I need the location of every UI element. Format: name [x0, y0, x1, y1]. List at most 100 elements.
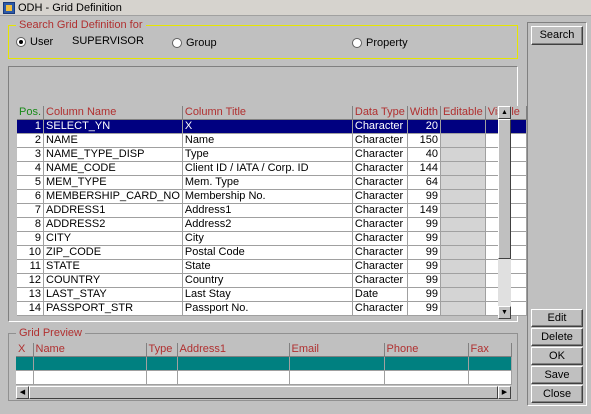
cell-width[interactable]: 149: [407, 203, 441, 218]
scroll-up-icon[interactable]: ▲: [498, 106, 511, 119]
cell-pos[interactable]: 2: [17, 133, 45, 148]
preview-col-x[interactable]: X: [16, 343, 34, 357]
cell-name[interactable]: PASSPORT_STR: [43, 301, 183, 316]
cell-title[interactable]: Membership No.: [182, 189, 353, 204]
cell-type[interactable]: Character: [352, 133, 408, 148]
cell-name[interactable]: NAME: [43, 133, 183, 148]
cell-title[interactable]: Client ID / IATA / Corp. ID: [182, 161, 353, 176]
table-row[interactable]: 3NAME_TYPE_DISPTypeCharacter40X: [17, 147, 527, 162]
cell-pos[interactable]: 6: [17, 189, 45, 204]
cell-type[interactable]: Character: [352, 231, 408, 246]
cell-name[interactable]: NAME_CODE: [43, 161, 183, 176]
cell-pos[interactable]: 1: [17, 119, 45, 134]
cell-title[interactable]: State: [182, 259, 353, 274]
cell-type[interactable]: Character: [352, 245, 408, 260]
col-header-pos[interactable]: Pos.: [17, 106, 45, 120]
cell-width[interactable]: 99: [407, 259, 441, 274]
cell-type[interactable]: Character: [352, 273, 408, 288]
cell-name[interactable]: CITY: [43, 231, 183, 246]
table-row[interactable]: 14 PASSPORT_STR Passport No. Character 99: [17, 301, 527, 316]
scroll-left-icon[interactable]: ◀: [16, 386, 29, 399]
close-button[interactable]: Close: [531, 385, 583, 403]
cell-editable[interactable]: [440, 203, 486, 218]
preview-col-fax[interactable]: Fax: [468, 343, 512, 357]
cell-pos[interactable]: 11: [17, 259, 45, 274]
col-header-column-title[interactable]: Column Title: [182, 106, 353, 120]
cell-title[interactable]: City: [182, 231, 353, 246]
cell-name[interactable]: ZIP_CODE: [43, 245, 183, 260]
cell-type[interactable]: Character: [352, 217, 408, 232]
cell-editable[interactable]: [440, 119, 486, 134]
scroll-down-icon[interactable]: ▼: [498, 306, 511, 319]
preview-col-address1[interactable]: Address1: [177, 343, 290, 357]
preview-col-email[interactable]: Email: [289, 343, 385, 357]
cell-width[interactable]: 20: [407, 119, 441, 134]
cell-pos[interactable]: 10: [17, 245, 45, 260]
cell-name[interactable]: NAME_TYPE_DISP: [43, 147, 183, 162]
cell-name[interactable]: MEMBERSHIP_CARD_NO: [43, 189, 183, 204]
delete-button[interactable]: Delete: [531, 328, 583, 346]
cell-pos[interactable]: 3: [17, 147, 45, 162]
cell-editable[interactable]: [440, 217, 486, 232]
cell-width[interactable]: 99: [407, 287, 441, 302]
table-row[interactable]: 12 COUNTRY Country Character 99: [17, 273, 527, 288]
cell-editable[interactable]: [440, 301, 486, 316]
cell-editable[interactable]: [440, 259, 486, 274]
cell-name[interactable]: LAST_STAY: [43, 287, 183, 302]
preview-row[interactable]: [16, 370, 512, 385]
radio-group-dot[interactable]: [172, 38, 182, 48]
cell-type[interactable]: Character: [352, 203, 408, 218]
table-row[interactable]: 13 LAST_STAY Last Stay Date 99: [17, 287, 527, 302]
preview-row-selected[interactable]: [16, 356, 512, 371]
table-row[interactable]: 4 NAME_CODE Client ID / IATA / Corp. ID Cha…: [17, 161, 527, 176]
cell-width[interactable]: 99: [407, 231, 441, 246]
cell-title[interactable]: Address2: [182, 217, 353, 232]
cell-editable[interactable]: [440, 189, 486, 204]
cell-title[interactable]: Name: [182, 133, 353, 148]
cell-title[interactable]: Postal Code: [182, 245, 353, 260]
edit-button[interactable]: Edit: [531, 309, 583, 327]
table-row[interactable]: 11 STATE State Character 99: [17, 259, 527, 274]
grid-vertical-scrollbar[interactable]: ▲ ▼: [498, 106, 511, 319]
cell-name[interactable]: STATE: [43, 259, 183, 274]
cell-width[interactable]: 99: [407, 301, 441, 316]
radio-property-dot[interactable]: [352, 38, 362, 48]
cell-type[interactable]: Date: [352, 287, 408, 302]
cell-type[interactable]: Character: [352, 147, 408, 162]
cell-width[interactable]: 40: [407, 147, 441, 162]
col-header-data-type[interactable]: Data Type: [352, 106, 408, 120]
cell-editable[interactable]: [440, 245, 486, 260]
cell-editable[interactable]: [440, 161, 486, 176]
cell-pos[interactable]: 14: [17, 301, 45, 316]
radio-user-dot[interactable]: [16, 37, 26, 47]
cell-editable[interactable]: [440, 147, 486, 162]
table-row[interactable]: 9 CITY City Character 99: [17, 231, 527, 246]
cell-width[interactable]: 99: [407, 245, 441, 260]
scroll-right-icon[interactable]: ▶: [498, 386, 511, 399]
cell-type[interactable]: Character: [352, 259, 408, 274]
table-row[interactable]: 6 MEMBERSHIP_CARD_NO Membership No. Charact…: [17, 189, 527, 204]
cell-name[interactable]: MEM_TYPE: [43, 175, 183, 190]
cell-width[interactable]: 144: [407, 161, 441, 176]
cell-pos[interactable]: 5: [17, 175, 45, 190]
cell-width[interactable]: 99: [407, 189, 441, 204]
cell-pos[interactable]: 9: [17, 231, 45, 246]
cell-title[interactable]: Country: [182, 273, 353, 288]
save-button[interactable]: Save: [531, 366, 583, 384]
cell-type[interactable]: Character: [352, 301, 408, 316]
cell-editable[interactable]: [440, 175, 486, 190]
cell-pos[interactable]: 8: [17, 217, 45, 232]
cell-type[interactable]: Character: [352, 175, 408, 190]
cell-width[interactable]: 99: [407, 217, 441, 232]
radio-property[interactable]: Property: [352, 37, 408, 49]
cell-name[interactable]: COUNTRY: [43, 273, 183, 288]
table-row[interactable]: 7ADDRESS1Address1Character149X: [17, 203, 527, 218]
preview-col-phone[interactable]: Phone: [384, 343, 469, 357]
cell-type[interactable]: Character: [352, 161, 408, 176]
table-row[interactable]: 8 ADDRESS2 Address2 Character 99: [17, 217, 527, 232]
col-header-column-name[interactable]: Column Name: [43, 106, 183, 120]
preview-col-name[interactable]: Name: [33, 343, 147, 357]
cell-title[interactable]: Passport No.: [182, 301, 353, 316]
cell-editable[interactable]: [440, 231, 486, 246]
cell-type[interactable]: Character: [352, 119, 408, 134]
